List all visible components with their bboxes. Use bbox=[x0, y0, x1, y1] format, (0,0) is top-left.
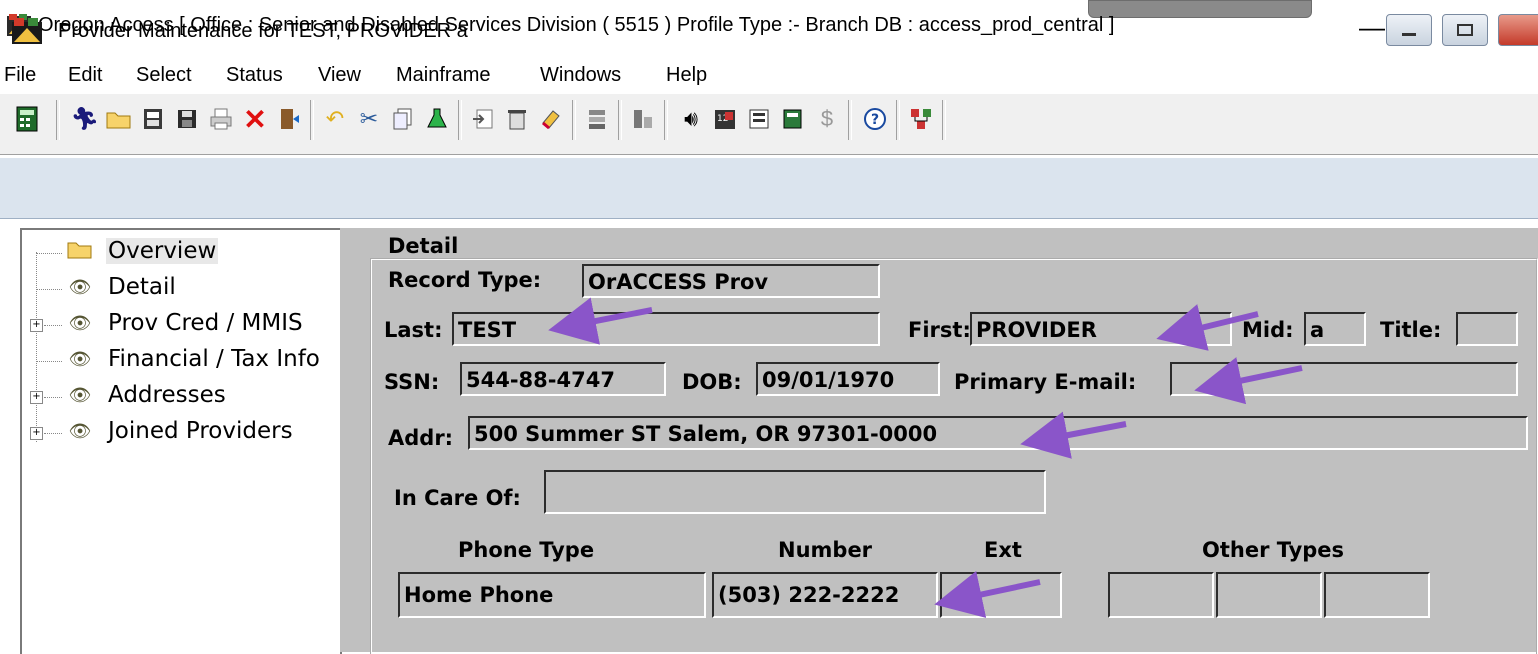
annotation-arrow bbox=[1020, 411, 1127, 459]
annotation-arrow bbox=[1156, 304, 1259, 351]
annotation-arrow bbox=[1194, 357, 1303, 405]
annotation-arrows bbox=[548, 297, 1303, 618]
annotation-arrow bbox=[548, 297, 653, 345]
annotation-arrow bbox=[934, 571, 1041, 618]
